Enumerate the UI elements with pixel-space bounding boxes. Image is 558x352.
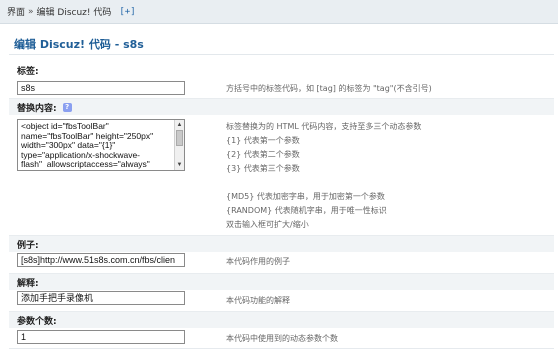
bottom-divider bbox=[9, 348, 554, 349]
param-count-section: 参数个数: bbox=[9, 311, 554, 328]
replacement-hint-line: {1} 代表第一个参数 bbox=[226, 136, 300, 145]
replacement-hint-line: {MD5} 代表加密字串，用于加密第一个参数 bbox=[226, 192, 385, 201]
tag-hint: 方括号中的标签代码，如 [tag] 的标签为 "tag"(不含引号) bbox=[226, 84, 432, 93]
replacement-hint-line: {RANDOM} 代表随机字串，用于唯一性标识 bbox=[226, 206, 387, 215]
explanation-section: 解释: bbox=[9, 273, 554, 290]
example-section: 例子: bbox=[9, 235, 554, 252]
replacement-hints: 标签替换为的 HTML 代码内容，支持至多三个动态参数 {1} 代表第一个参数 … bbox=[226, 120, 421, 232]
replacement-hint-line: {2} 代表第二个参数 bbox=[226, 150, 300, 159]
breadcrumb-root[interactable]: 界面 bbox=[7, 5, 25, 18]
explanation-input[interactable]: 添加手把手录像机 bbox=[17, 291, 185, 305]
textarea-scrollbar[interactable]: ▲ ▼ bbox=[174, 120, 184, 170]
scroll-down-icon[interactable]: ▼ bbox=[176, 161, 183, 169]
help-icon[interactable]: ? bbox=[62, 102, 72, 112]
scroll-up-icon[interactable]: ▲ bbox=[176, 121, 183, 129]
replacement-section: 替换内容: ? bbox=[9, 98, 554, 115]
expand-toggle[interactable]: [+] bbox=[119, 7, 135, 17]
replacement-label-row: 替换内容: ? bbox=[9, 98, 554, 115]
explanation-hint: 本代码功能的解释 bbox=[226, 296, 290, 305]
param-count-input[interactable]: 1 bbox=[17, 330, 185, 344]
breadcrumb-separator: » bbox=[28, 6, 34, 17]
replacement-hint-line bbox=[226, 176, 421, 190]
replacement-hint-line: 双击输入框可扩大/缩小 bbox=[226, 220, 309, 229]
param-count-label: 参数个数: bbox=[9, 311, 554, 328]
example-label: 例子: bbox=[9, 235, 554, 252]
scroll-thumb[interactable] bbox=[176, 130, 183, 146]
replacement-label: 替换内容: bbox=[17, 103, 57, 114]
tag-label: 标签: bbox=[17, 67, 39, 77]
breadcrumb-bar: 界面 » 编辑 Discuz! 代码 [+] bbox=[0, 0, 558, 24]
tag-input[interactable]: s8s bbox=[17, 81, 185, 95]
tag-section: 标签: bbox=[9, 62, 554, 79]
page-title: 编辑 Discuz! 代码 - s8s bbox=[14, 38, 144, 51]
example-input[interactable]: [s8s]http://www.51s8s.com.cn/fbs/clien bbox=[17, 253, 185, 267]
param-count-hint: 本代码中使用到的动态参数个数 bbox=[226, 334, 338, 343]
title-divider bbox=[9, 54, 554, 55]
example-hint: 本代码作用的例子 bbox=[226, 257, 290, 266]
replacement-textarea[interactable]: <object id="fbsToolBar" name="fbsToolBar… bbox=[17, 119, 185, 171]
replacement-text: <object id="fbsToolBar" name="fbsToolBar… bbox=[21, 121, 154, 170]
breadcrumb-current: 编辑 Discuz! 代码 bbox=[36, 8, 112, 18]
replacement-hint-line: 标签替换为的 HTML 代码内容，支持至多三个动态参数 bbox=[226, 122, 422, 131]
replacement-hint-line: {3} 代表第三个参数 bbox=[226, 164, 300, 173]
explanation-label: 解释: bbox=[9, 273, 554, 290]
